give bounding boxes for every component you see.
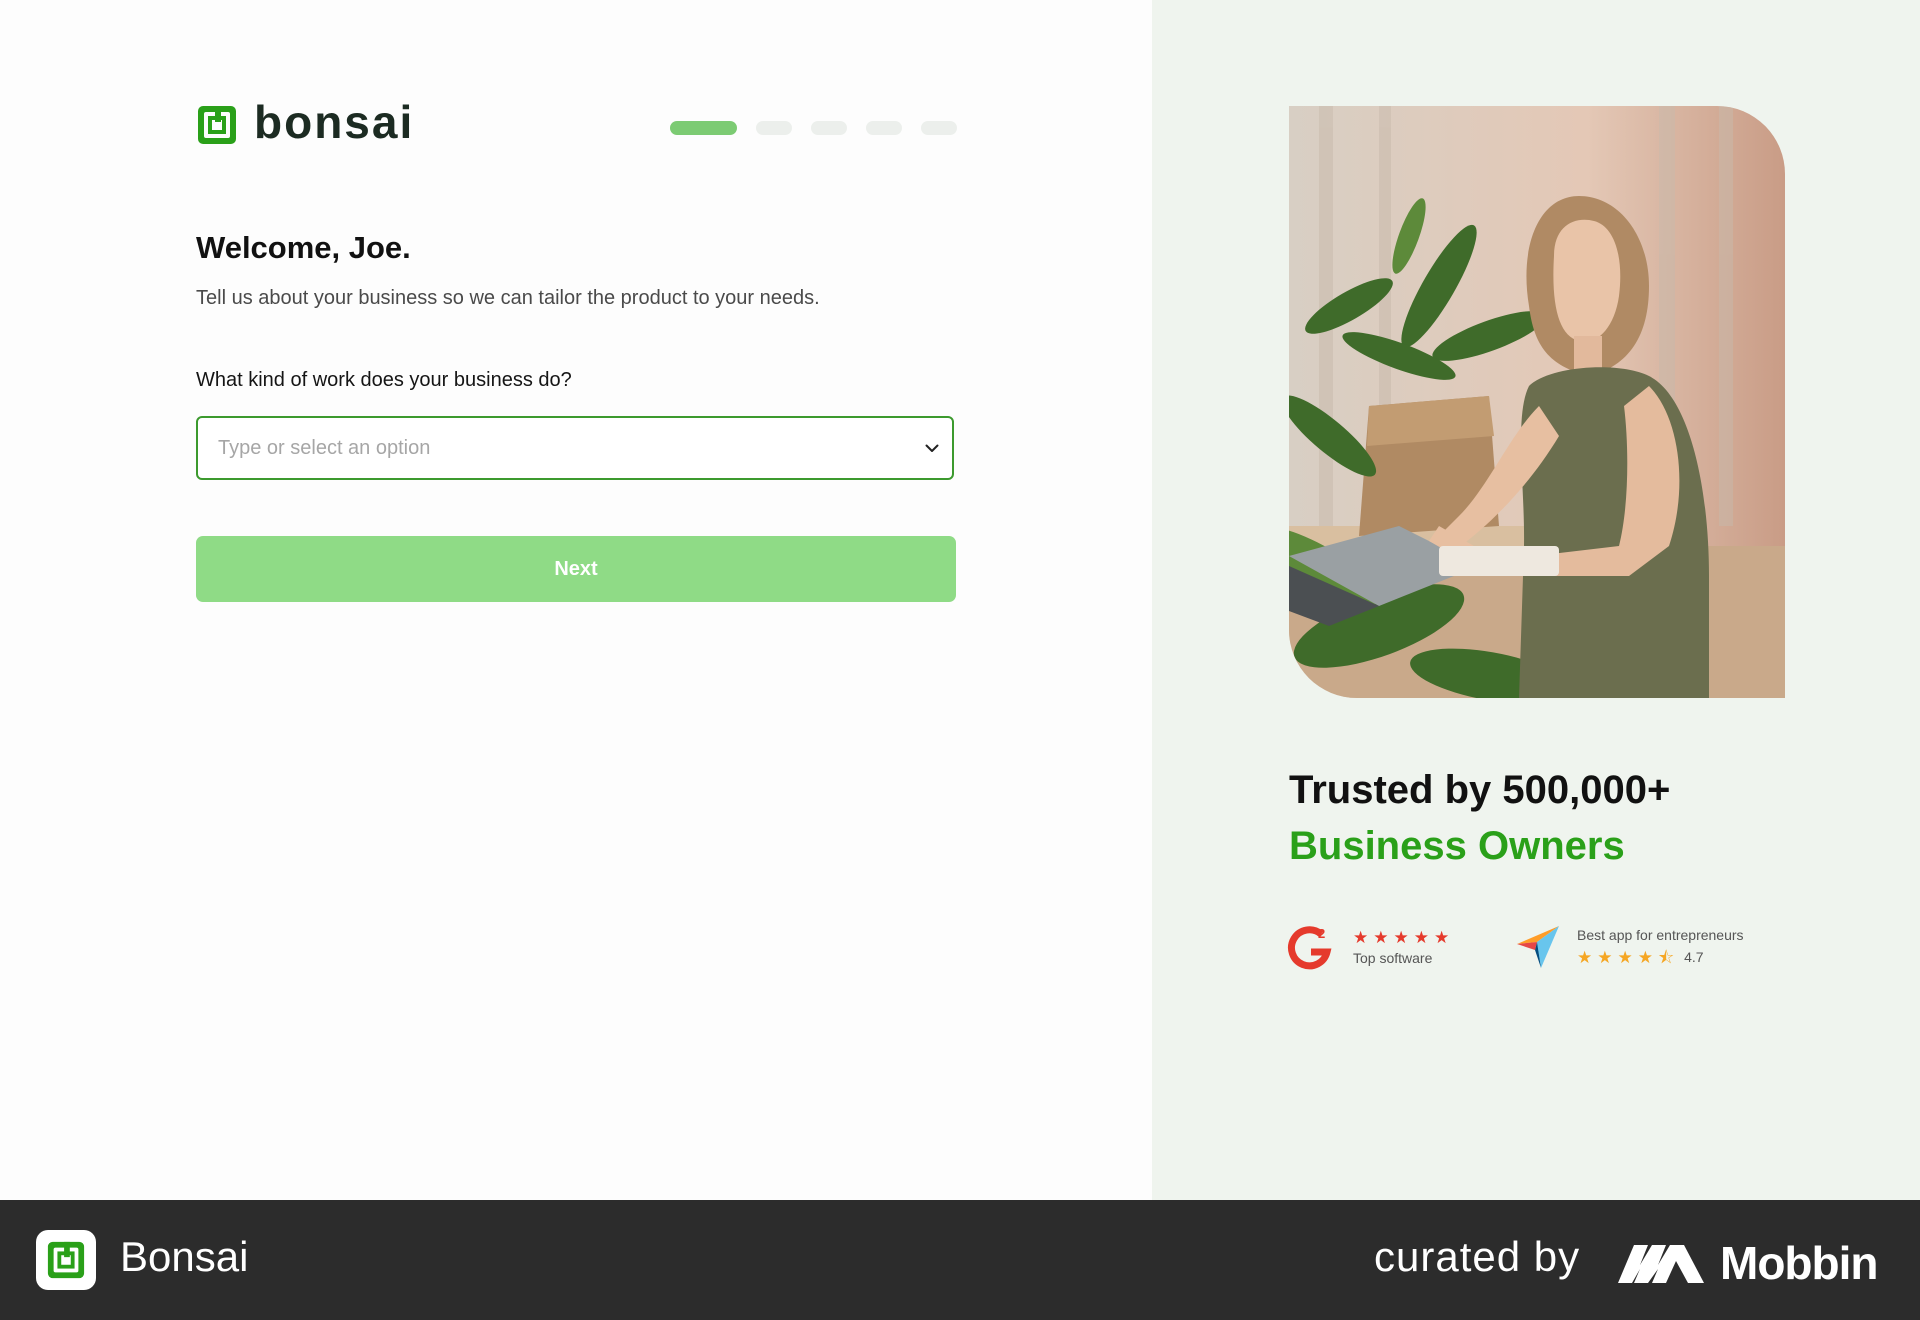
progress-step-2 [756,121,792,135]
progress-step-5 [921,121,957,135]
footer-bar: Bonsai curated by Mobbin [0,1200,1920,1320]
next-button[interactable]: Next [196,536,956,602]
capterra-score: 4.7 [1684,949,1704,965]
svg-text:2: 2 [1318,926,1325,941]
g2-label: Top software [1353,949,1433,966]
star-icon: ★ [1597,947,1613,967]
half-star-icon: ⯪ [1658,947,1675,967]
star-icon: ★ [1577,947,1593,967]
star-icon: ★ [1637,947,1653,967]
progress-step-4 [866,121,902,135]
onboarding-panel: bonsai Welcome, Joe. Tell us about your … [0,0,1152,1200]
star-icon: ★ [1617,947,1633,967]
mobbin-logo-icon [1618,1245,1704,1283]
star-icon: ★ [1393,927,1409,947]
mobbin-logo: Mobbin [1618,1236,1878,1290]
chevron-down-icon[interactable] [912,444,952,453]
capterra-label: Best app for entrepreneurs [1577,926,1744,943]
business-type-label: What kind of work does your business do? [196,369,572,391]
business-type-input[interactable] [198,417,912,479]
page-subtitle: Tell us about your business so we can ta… [196,287,820,309]
page-title: Welcome, Joe. [196,230,411,265]
curated-by-label: curated by [1374,1233,1581,1280]
capterra-logo-icon [1517,926,1559,968]
progress-step-3 [811,121,847,135]
capterra-stars: ★ ★ ★ ★ ⯪ [1577,949,1674,966]
star-icon: ★ [1373,927,1389,947]
photo-woman-at-desk-icon [1289,106,1785,698]
g2-stars: ★ ★ ★ ★ ★ [1353,929,1449,946]
business-type-select[interactable] [196,416,954,480]
bonsai-logo-icon [198,106,236,144]
capterra-rating: Best app for entrepreneurs ★ ★ ★ ★ ⯪ 4.7 [1515,924,1744,968]
promo-photo [1289,106,1785,698]
star-icon: ★ [1353,927,1369,947]
trusted-heading: Trusted by 500,000+ [1289,768,1671,812]
brand-name: bonsai [254,96,415,148]
trusted-highlight: Business Owners [1289,824,1625,868]
app-name: Bonsai [120,1233,249,1280]
bonsai-logo[interactable]: bonsai [196,99,414,146]
g2-rating: 2 ★ ★ ★ ★ ★ Top software [1287,924,1449,970]
bonsai-app-icon [36,1230,96,1290]
progress-step-1 [670,121,737,135]
star-icon: ★ [1434,927,1450,947]
bonsai-logo-icon [47,1241,85,1279]
curator-name: Mobbin [1720,1237,1878,1289]
star-icon: ★ [1413,927,1429,947]
progress-steps [670,121,957,135]
g2-logo-icon: 2 [1288,926,1332,970]
